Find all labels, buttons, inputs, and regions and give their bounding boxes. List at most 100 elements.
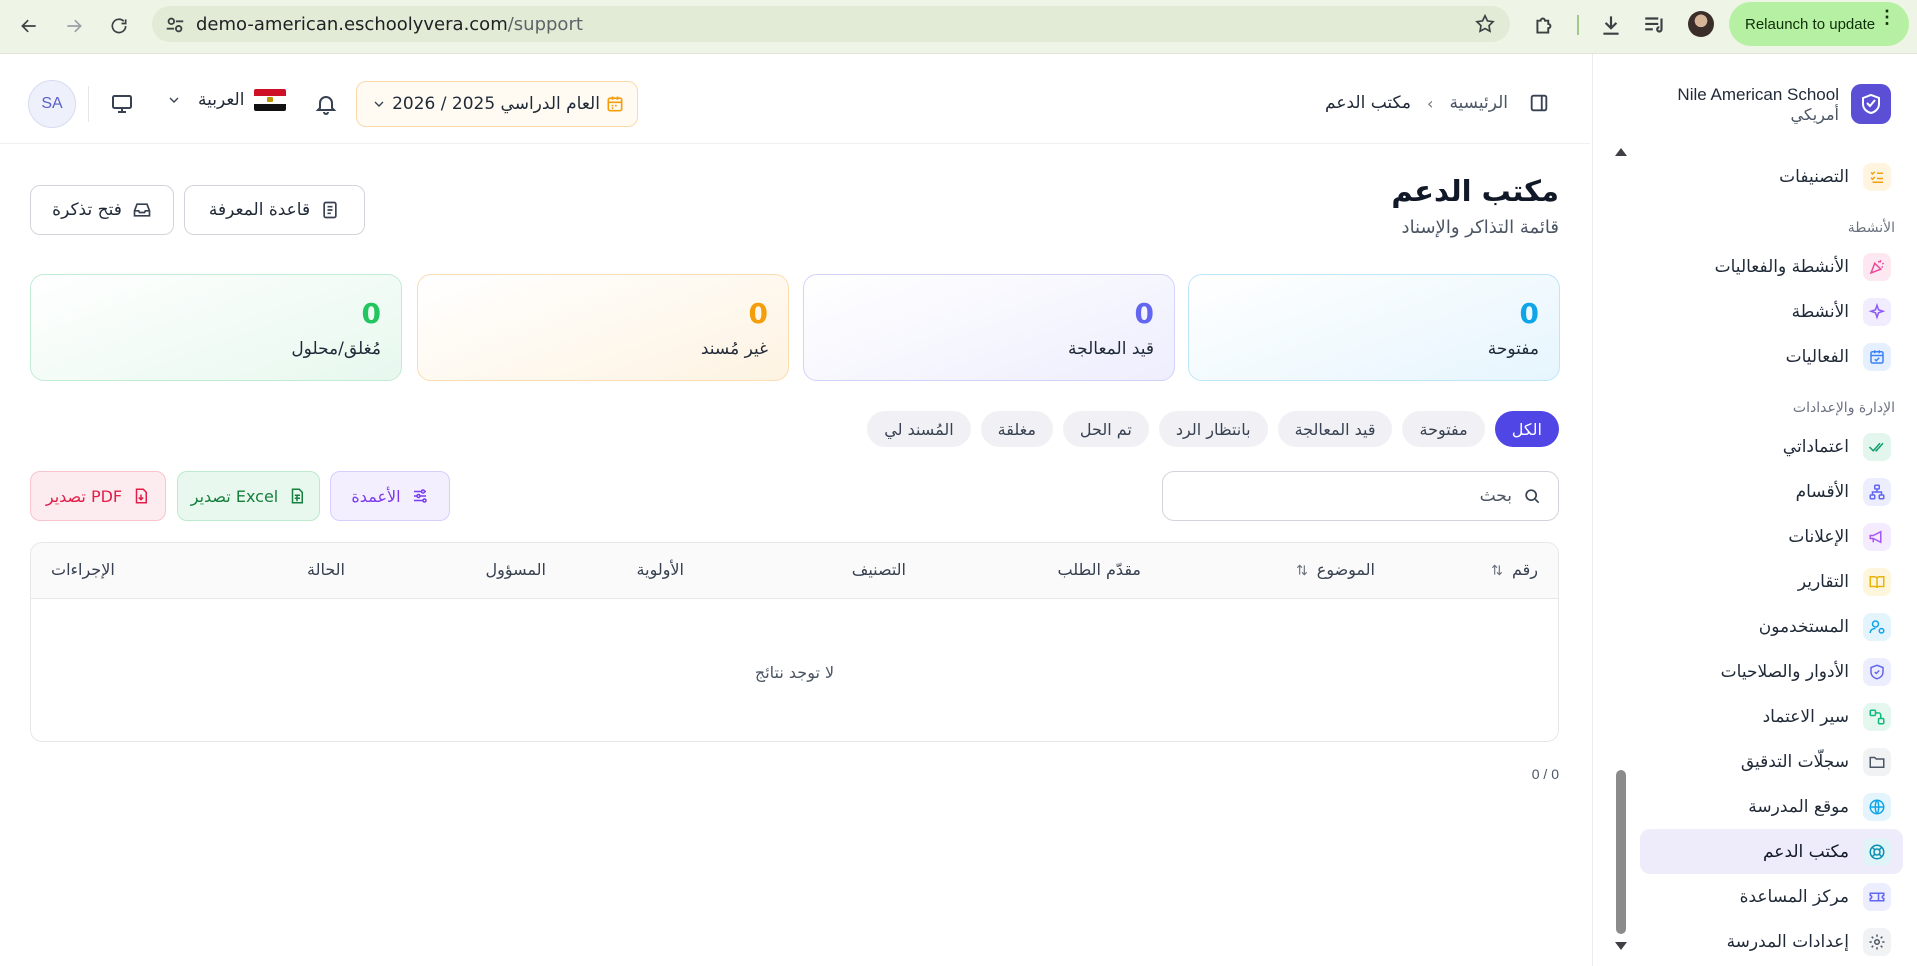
sidebar-item-label: الأقسام bbox=[1795, 481, 1849, 502]
page-title: مكتب الدعم bbox=[1391, 174, 1559, 208]
stat-value: 0 bbox=[1134, 297, 1154, 330]
relaunch-button[interactable]: Relaunch to update ⋮ bbox=[1729, 2, 1909, 46]
sidebar-item-categories[interactable]: التصنيفات bbox=[1640, 154, 1903, 199]
open-ticket-button[interactable]: فتح تذكرة bbox=[30, 185, 174, 235]
sliders-icon bbox=[413, 489, 427, 503]
extensions-icon[interactable] bbox=[1532, 12, 1558, 38]
filter-chip-all[interactable]: الكل bbox=[1494, 411, 1559, 447]
address-bar[interactable]: demo-american.eschoolyvera.com/support bbox=[152, 6, 1510, 42]
sidebar-item-approval-workflow[interactable]: سير الاعتماد bbox=[1640, 694, 1903, 739]
column-header-actions: الإجراءات bbox=[51, 560, 115, 579]
browser-toolbar: demo-american.eschoolyvera.com/support R… bbox=[0, 0, 1917, 54]
open-ticket-label: فتح تذكرة bbox=[52, 200, 122, 220]
stat-value: 0 bbox=[1519, 297, 1539, 330]
globe-icon bbox=[1863, 792, 1891, 821]
forward-icon[interactable] bbox=[59, 11, 89, 41]
calendar-icon bbox=[607, 96, 623, 112]
sidebar-item-events[interactable]: الفعاليات bbox=[1640, 334, 1903, 379]
column-header-label: التصنيف bbox=[851, 560, 906, 579]
filter-chip-in-progress[interactable]: قيد المعالجة bbox=[1277, 411, 1393, 447]
sidebar-item-label: الأنشطة bbox=[1791, 301, 1849, 322]
inbox-icon bbox=[133, 203, 151, 217]
sidebar-item-support-desk[interactable]: مكتب الدعم bbox=[1640, 829, 1903, 874]
search-input[interactable] bbox=[1192, 486, 1512, 506]
toolbar-divider bbox=[1577, 15, 1579, 35]
stat-card-unassigned: 0 غير مُسند bbox=[417, 274, 789, 381]
filter-chip-resolved[interactable]: تم الحل bbox=[1062, 411, 1149, 447]
sidebar-toggle-icon[interactable] bbox=[1528, 92, 1550, 114]
sidebar-item-activities[interactable]: الأنشطة bbox=[1640, 289, 1903, 334]
academic-year-select[interactable]: العام الدراسي 2025 / 2026 bbox=[356, 81, 638, 127]
sidebar-item-help-center[interactable]: مركز المساعدة bbox=[1640, 874, 1903, 919]
brand[interactable]: Nile American School أمريكي bbox=[1677, 84, 1891, 124]
site-settings-icon[interactable] bbox=[164, 14, 186, 36]
bookmark-star-icon[interactable] bbox=[1474, 13, 1496, 35]
stat-label: قيد المعالجة bbox=[1068, 339, 1154, 359]
download-icon[interactable] bbox=[1598, 12, 1624, 38]
sidebar-item-reports[interactable]: التقارير bbox=[1640, 559, 1903, 604]
table-header: رقم الموضوع مقدّم الطلب التصنيف الأولوية… bbox=[31, 543, 1558, 599]
stat-label: مُغلق/محلول bbox=[291, 339, 381, 359]
stat-card-open: 0 مفتوحة bbox=[1188, 274, 1560, 381]
scrollbar-thumb[interactable] bbox=[1616, 770, 1626, 934]
export-excel-label: تصدير Excel bbox=[190, 486, 279, 506]
columns-button[interactable]: الأعمدة bbox=[330, 471, 450, 521]
checklist-icon bbox=[1863, 162, 1891, 191]
sidebar-item-label: سير الاعتماد bbox=[1762, 706, 1849, 727]
sidebar-item-my-approvals[interactable]: اعتماداتي bbox=[1640, 424, 1903, 469]
reload-icon[interactable] bbox=[104, 11, 134, 41]
monitor-icon[interactable] bbox=[110, 92, 134, 116]
main-content: SA العربية العام الدراسي 2025 / 2026 الر… bbox=[0, 54, 1590, 966]
sidebar-item-label: المستخدمون bbox=[1758, 616, 1849, 637]
column-header-label: الإجراءات bbox=[51, 560, 115, 579]
party-icon bbox=[1863, 252, 1891, 281]
workflow-icon bbox=[1863, 702, 1891, 731]
profile-avatar[interactable] bbox=[1688, 11, 1714, 37]
filter-chip-closed[interactable]: مغلقة bbox=[980, 411, 1053, 447]
knowledge-base-button[interactable]: قاعدة المعرفة bbox=[184, 185, 365, 235]
column-header-priority: الأولوية bbox=[637, 560, 684, 579]
breadcrumb-home[interactable]: الرئيسية bbox=[1449, 93, 1508, 113]
sidebar-item-roles[interactable]: الأدوار والصلاحيات bbox=[1640, 649, 1903, 694]
status-filter-tabs: الكل مفتوحة قيد المعالجة بانتظار الرد تم… bbox=[867, 411, 1559, 447]
sidebar-item-school-website[interactable]: موقع المدرسة bbox=[1640, 784, 1903, 829]
sort-icon[interactable] bbox=[1295, 563, 1309, 577]
column-header-number[interactable]: رقم bbox=[1490, 560, 1538, 579]
sidebar-item-school-settings[interactable]: إعدادات المدرسة bbox=[1640, 919, 1903, 964]
export-excel-button[interactable]: تصدير Excel bbox=[177, 471, 320, 521]
bell-icon[interactable] bbox=[314, 92, 338, 116]
stat-label: مفتوحة bbox=[1487, 339, 1539, 359]
more-menu-icon[interactable]: ⋮ bbox=[1878, 8, 1896, 26]
scroll-up-arrow[interactable] bbox=[1615, 148, 1627, 156]
sort-icon[interactable] bbox=[1490, 563, 1504, 577]
column-header-label: الحالة bbox=[307, 560, 345, 579]
folder-icon bbox=[1863, 747, 1891, 776]
back-icon[interactable] bbox=[14, 11, 44, 41]
sidebar-item-announcements[interactable]: الإعلانات bbox=[1640, 514, 1903, 559]
search-box bbox=[1162, 471, 1559, 521]
book-icon bbox=[1863, 567, 1891, 596]
column-header-subject[interactable]: الموضوع bbox=[1295, 560, 1375, 579]
scroll-down-arrow[interactable] bbox=[1615, 942, 1627, 950]
sidebar-item-users[interactable]: المستخدمون bbox=[1640, 604, 1903, 649]
user-avatar[interactable]: SA bbox=[28, 80, 76, 128]
school-name: Nile American School bbox=[1677, 84, 1839, 104]
media-control-icon[interactable] bbox=[1642, 12, 1668, 38]
sidebar-item-label: مكتب الدعم bbox=[1762, 841, 1849, 862]
top-divider bbox=[88, 86, 89, 122]
column-header-label: الأولوية bbox=[636, 560, 684, 579]
sidebar-item-label: سجلّات التدقيق bbox=[1740, 751, 1849, 772]
filter-chip-open[interactable]: مفتوحة bbox=[1402, 411, 1485, 447]
sidebar-item-activities-events[interactable]: الأنشطة والفعاليات bbox=[1640, 244, 1903, 289]
sidebar-item-audit-logs[interactable]: سجلّات التدقيق bbox=[1640, 739, 1903, 784]
sidebar-item-departments[interactable]: الأقسام bbox=[1640, 469, 1903, 514]
chevron-down-icon bbox=[169, 97, 179, 103]
filter-chip-awaiting-reply[interactable]: بانتظار الرد bbox=[1158, 411, 1268, 447]
filter-chip-assigned-to-me[interactable]: المُسند لي bbox=[867, 411, 971, 447]
breadcrumb-current: مكتب الدعم bbox=[1325, 93, 1412, 113]
file-download-icon bbox=[135, 488, 148, 504]
language-switcher[interactable]: العربية bbox=[166, 89, 287, 111]
sidebar-section-activities: الأنشطة bbox=[1847, 220, 1895, 236]
export-pdf-button[interactable]: تصدير PDF bbox=[30, 471, 166, 521]
language-label: العربية bbox=[198, 90, 245, 110]
